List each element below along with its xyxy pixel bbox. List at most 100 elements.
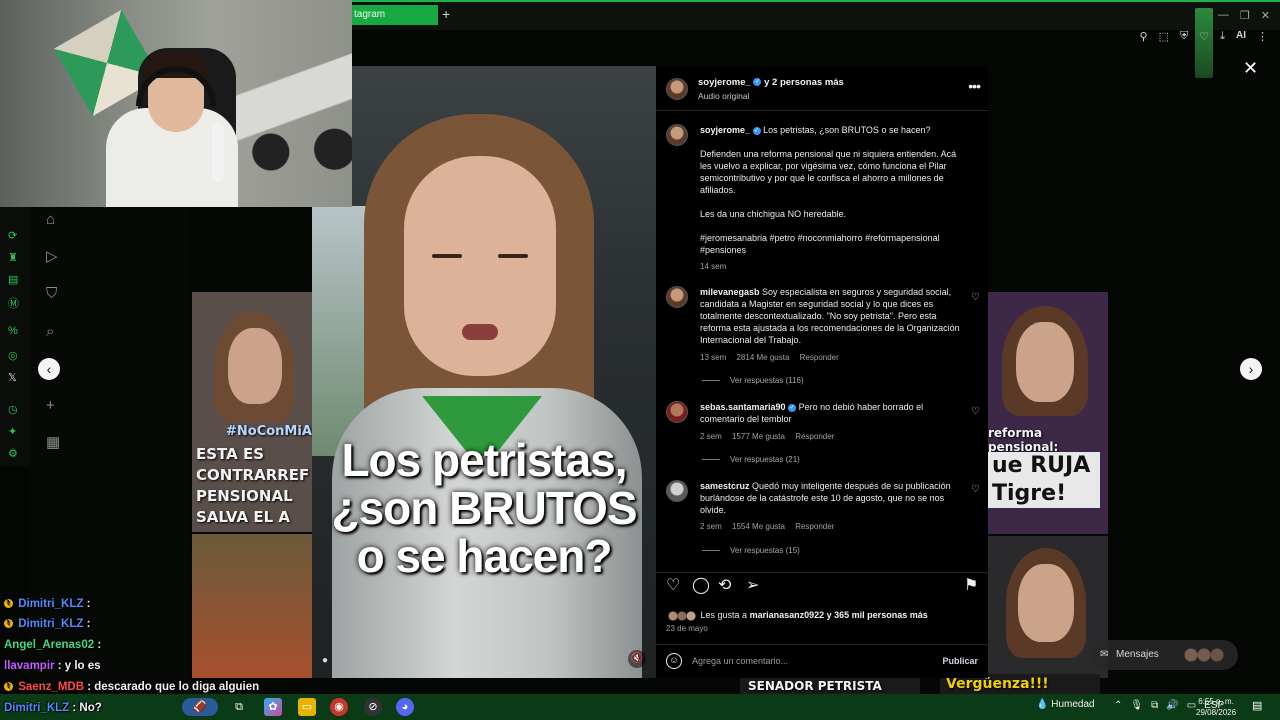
- video-eye: [432, 254, 462, 258]
- comment-likes[interactable]: 1554 Me gusta: [732, 522, 785, 531]
- comment-username[interactable]: sebas.santamaria90: [700, 402, 786, 412]
- weather-widget[interactable]: 💧 Humedad: [1036, 699, 1095, 710]
- heart-icon[interactable]: ♡: [1199, 30, 1209, 44]
- share-icon[interactable]: ➢: [746, 578, 759, 594]
- volume-icon[interactable]: 🔊: [1166, 700, 1178, 711]
- avatar[interactable]: [666, 124, 688, 146]
- comment-username[interactable]: samestcruz: [700, 481, 750, 491]
- create-icon[interactable]: +: [46, 397, 55, 414]
- avatar[interactable]: [666, 78, 688, 100]
- thumbnail-left-top[interactable]: #NoConMiAh ESTA ES CONTRARREF PENSIONAL …: [192, 292, 312, 532]
- refresh-icon[interactable]: ⟳: [8, 229, 17, 242]
- menu-icon[interactable]: ⋮: [1257, 30, 1268, 44]
- comment-likes[interactable]: 1577 Me gusta: [732, 432, 785, 441]
- filter-icon[interactable]: ⛉: [46, 285, 57, 302]
- ai-button[interactable]: AI: [1236, 30, 1246, 44]
- search-icon[interactable]: ⌕: [46, 323, 54, 340]
- like-comment-icon[interactable]: ♡: [971, 292, 980, 304]
- reply-button[interactable]: Responder: [795, 432, 834, 441]
- badge-icon: !: [4, 599, 13, 609]
- close-window-button[interactable]: ✕: [1261, 9, 1270, 22]
- thumbnail-right-top[interactable]: reforma pensional: ue RUJA Tigre!: [988, 292, 1108, 534]
- clock[interactable]: 6:55 p. m. 29/08/2026: [1196, 696, 1236, 718]
- previous-button[interactable]: ‹: [38, 358, 60, 380]
- avatar[interactable]: [666, 286, 688, 308]
- stats-icon[interactable]: ▦: [46, 433, 60, 451]
- messages-button[interactable]: ✉ Mensajes: [1090, 640, 1238, 670]
- volume-muted-icon[interactable]: 🔇: [628, 650, 646, 668]
- comment-time: 2 sem: [700, 522, 722, 531]
- battery-icon[interactable]: ▭: [1187, 700, 1196, 711]
- audio-label[interactable]: Audio original: [698, 90, 750, 102]
- network-icon[interactable]: ⧉: [1151, 700, 1158, 711]
- person-tag-icon[interactable]: ●: [322, 655, 328, 666]
- browser-icon[interactable]: ◉: [330, 698, 348, 716]
- settings-icon[interactable]: ⚙: [8, 447, 18, 460]
- author-username[interactable]: soyjerome_: [698, 77, 751, 88]
- browser-toolbar: ⚲ ⬚ ⛨ ♡ ⤓ AI ⋮: [1100, 30, 1280, 44]
- thumbnail-left-bottom[interactable]: [192, 534, 312, 678]
- like-comment-icon[interactable]: ♡: [971, 484, 980, 496]
- reply-button[interactable]: Responder: [795, 522, 834, 531]
- avatar[interactable]: [666, 401, 688, 423]
- comment-username[interactable]: milevanegasb: [700, 287, 760, 297]
- like-comment-icon[interactable]: ♡: [971, 406, 980, 418]
- likes-summary[interactable]: Les gusta a marianasanz0922 y 365 mil pe…: [668, 609, 928, 621]
- comment-meta: 2 sem 1554 Me gusta Responder: [700, 521, 842, 533]
- comment-likes[interactable]: 2814 Me gusta: [736, 353, 789, 362]
- pin-icon[interactable]: ⚲: [1140, 30, 1148, 44]
- minimize-button[interactable]: —: [1218, 9, 1229, 22]
- likes-suffix[interactable]: y 365 mil personas más: [827, 610, 928, 620]
- home-icon[interactable]: ⌂: [46, 211, 55, 228]
- comment-input[interactable]: [692, 653, 932, 669]
- puzzle-icon[interactable]: ✦: [8, 425, 17, 438]
- notification-icon[interactable]: ▤: [1252, 699, 1262, 712]
- chart-icon[interactable]: ▤: [8, 273, 18, 286]
- view-replies-button[interactable]: Ver respuestas (15): [702, 545, 800, 557]
- discord-icon[interactable]: ◕: [396, 698, 414, 716]
- shield-icon[interactable]: ⛨: [1180, 30, 1188, 44]
- task-view-icon[interactable]: ⧉: [230, 698, 248, 716]
- emoji-icon[interactable]: ☺: [666, 653, 682, 669]
- view-replies-button[interactable]: Ver respuestas (116): [702, 375, 804, 387]
- percent-icon[interactable]: %: [8, 325, 18, 337]
- avatar[interactable]: [666, 480, 688, 502]
- thumb-text: SENADOR PETRISTA: [748, 679, 882, 693]
- copilot-icon[interactable]: ✿: [264, 698, 282, 716]
- clock-icon[interactable]: ◷: [8, 403, 18, 416]
- m-app-icon[interactable]: Ⓜ: [8, 295, 19, 311]
- microphone-icon[interactable]: 🎙: [1130, 700, 1143, 711]
- file-explorer-icon[interactable]: ▭: [298, 698, 316, 716]
- like-icon[interactable]: ♡: [666, 578, 680, 594]
- app-icon[interactable]: ⊘: [364, 698, 382, 716]
- reply-button[interactable]: Responder: [800, 353, 839, 362]
- maximize-button[interactable]: ❐: [1240, 9, 1250, 22]
- caption-title-text: Los petristas, ¿son BRUTOS o se hacen?: [763, 125, 931, 135]
- chevron-up-icon[interactable]: ⌃: [1114, 700, 1122, 711]
- next-button[interactable]: ›: [1240, 358, 1262, 380]
- screenshot-icon[interactable]: ⬚: [1159, 30, 1169, 44]
- likes-user[interactable]: marianasanz0922: [750, 610, 825, 620]
- thumbnail-bottom-center[interactable]: SENADOR PETRISTA: [740, 678, 920, 694]
- instagram-nav: ⌂ ▷ ⛉ ⌕ + ▦: [30, 207, 190, 687]
- tab-instagram[interactable]: tagram: [352, 5, 438, 25]
- repost-icon[interactable]: ⟲: [718, 578, 731, 594]
- comment-icon[interactable]: ◯: [692, 578, 710, 594]
- collab-others[interactable]: y 2 personas más: [764, 77, 844, 88]
- publish-button[interactable]: Publicar: [942, 655, 978, 667]
- more-options-icon[interactable]: •••: [968, 79, 981, 93]
- x-icon[interactable]: 𝕏: [8, 371, 17, 384]
- reels-icon[interactable]: ▷: [46, 247, 58, 265]
- download-icon[interactable]: ⤓: [1220, 30, 1225, 44]
- caption-username[interactable]: soyjerome_: [700, 125, 750, 135]
- close-icon[interactable]: ✕: [1243, 58, 1258, 79]
- view-replies-button[interactable]: Ver respuestas (21): [702, 454, 800, 466]
- new-tab-button[interactable]: +: [442, 6, 450, 22]
- reel-video[interactable]: Los petristas, ¿son BRUTOS o se hacen? ●…: [312, 66, 656, 678]
- widgets-icon[interactable]: 🏈: [182, 698, 218, 716]
- caption-hashtags[interactable]: #jeromesanabria #petro #noconmiahorro #r…: [700, 232, 968, 256]
- instagram-icon[interactable]: ◎: [8, 349, 18, 362]
- save-icon[interactable]: ⚑: [964, 578, 978, 594]
- robot-icon[interactable]: ♜: [8, 251, 18, 264]
- post-actions: ♡ ◯ ⟲ ➢ ⚑: [666, 578, 980, 600]
